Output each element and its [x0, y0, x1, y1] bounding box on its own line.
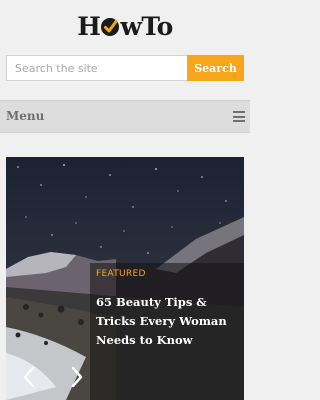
menu-bar[interactable]: Menu: [0, 100, 250, 133]
chevron-left-icon[interactable]: [18, 364, 40, 390]
search-input[interactable]: [6, 55, 187, 81]
featured-card[interactable]: FEATURED 65 Beauty Tips & Tricks Every W…: [90, 263, 244, 400]
logo-prefix: H: [77, 12, 101, 41]
logo-suffix: wTo: [120, 12, 173, 41]
hamburger-icon[interactable]: [233, 111, 245, 122]
search-form: Search: [6, 55, 244, 81]
chevron-right-icon[interactable]: [66, 364, 88, 390]
site-header: HwTo: [0, 0, 250, 50]
check-circle-icon: [101, 18, 120, 36]
featured-title[interactable]: 65 Beauty Tips & Tricks Every Woman Need…: [96, 293, 236, 350]
featured-slider[interactable]: FEATURED 65 Beauty Tips & Tricks Every W…: [6, 157, 244, 400]
featured-label: FEATURED: [96, 269, 146, 279]
menu-label: Menu: [6, 109, 45, 123]
search-button[interactable]: Search: [187, 55, 244, 81]
site-logo[interactable]: HwTo: [0, 12, 250, 41]
